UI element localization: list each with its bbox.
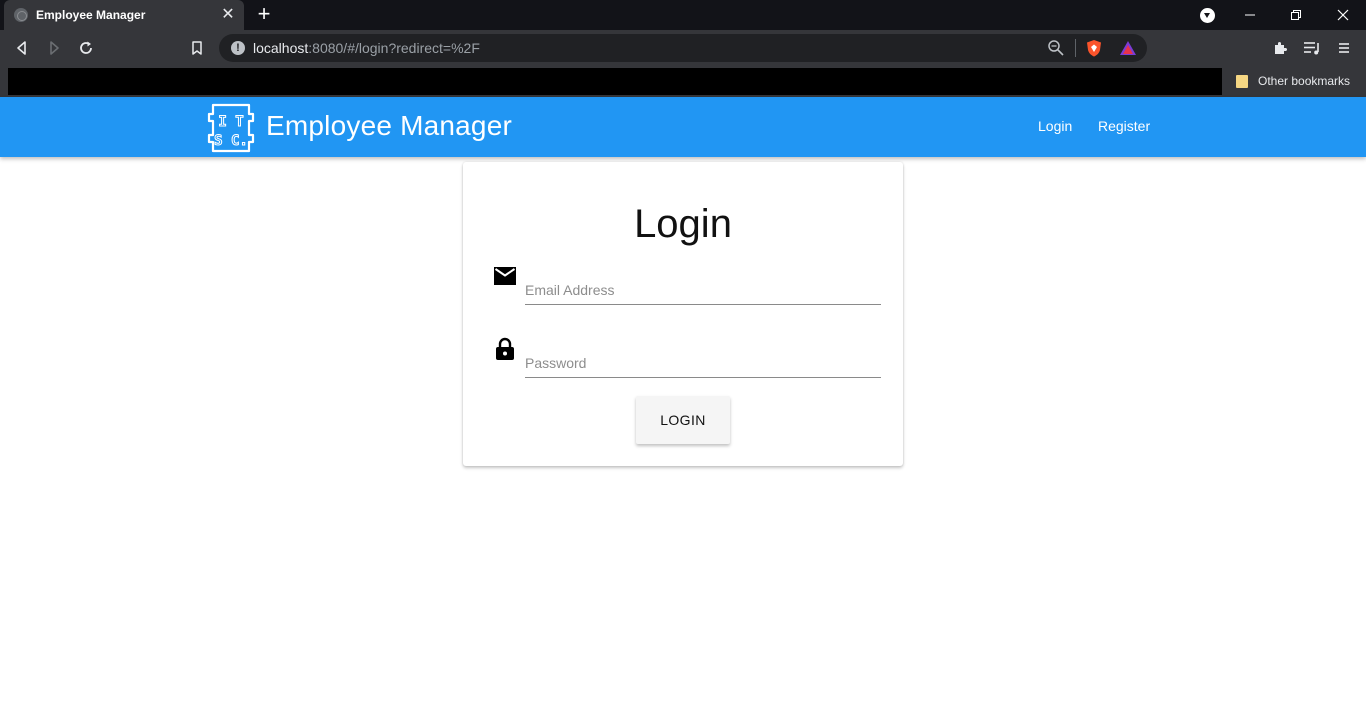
new-tab-button[interactable]: +: [252, 3, 276, 27]
lock-icon: [496, 337, 514, 360]
login-title: Login: [634, 202, 732, 246]
other-bookmarks-folder[interactable]: Other bookmarks: [1236, 72, 1350, 90]
media-controls-button[interactable]: [1302, 38, 1322, 58]
bookmark-icon: [192, 41, 202, 55]
url-host: localhost: [253, 40, 309, 56]
app-title[interactable]: Employee Manager: [266, 110, 512, 142]
itsc-logo-icon: I T S C.: [207, 103, 255, 153]
back-button[interactable]: [10, 36, 34, 60]
browser-tab[interactable]: Employee Manager ✕: [4, 0, 244, 30]
omnibox-divider: [1075, 39, 1076, 57]
playlist-icon: [1304, 42, 1319, 55]
tab-title: Employee Manager: [36, 8, 146, 22]
tab-close-icon[interactable]: ✕: [220, 7, 236, 23]
reload-icon: [80, 41, 92, 54]
restore-icon: [1291, 10, 1301, 20]
url-path: :8080/#/login?redirect=%2F: [308, 40, 480, 56]
password-field[interactable]: [525, 336, 881, 378]
logo-text-top: I T: [218, 114, 243, 130]
browser-menu-button[interactable]: [1334, 38, 1354, 58]
hamburger-menu-icon: [1339, 43, 1349, 53]
reload-button[interactable]: [74, 36, 98, 60]
login-button[interactable]: LOGIN: [636, 396, 730, 444]
redacted-bookmarks: [8, 68, 1222, 95]
restore-button[interactable]: [1273, 0, 1319, 30]
minimize-icon: [1245, 14, 1255, 16]
globe-icon: [14, 8, 28, 22]
brave-shields-icon[interactable]: [1085, 39, 1103, 57]
zoom-icon[interactable]: [1047, 39, 1065, 57]
brave-rewards-icon[interactable]: [1119, 39, 1137, 57]
puzzle-icon: [1275, 41, 1288, 54]
extensions-button[interactable]: [1270, 38, 1290, 58]
minimize-button[interactable]: [1227, 0, 1273, 30]
nav-register-link[interactable]: Register: [1098, 118, 1150, 134]
logo-text-bottom: S C.: [214, 133, 248, 149]
email-input[interactable]: [525, 282, 881, 298]
other-bookmarks-label: Other bookmarks: [1258, 74, 1351, 88]
site-info-icon[interactable]: !: [231, 41, 245, 55]
profile-menu-icon[interactable]: [1200, 8, 1215, 23]
bookmark-button[interactable]: [185, 36, 209, 60]
close-icon: [1337, 9, 1349, 21]
password-input[interactable]: [525, 355, 881, 371]
email-icon: [494, 267, 516, 285]
login-card: Login LOGIN: [463, 162, 903, 466]
address-bar[interactable]: ! localhost:8080/#/login?redirect=%2F: [219, 34, 1147, 62]
app-header: I T S C. Employee Manager Login Register: [0, 97, 1366, 157]
browser-toolbar: ! localhost:8080/#/login?redirect=%2F: [0, 30, 1366, 66]
url-text[interactable]: localhost:8080/#/login?redirect=%2F: [253, 40, 480, 56]
forward-button[interactable]: [42, 36, 66, 60]
forward-arrow-icon: [50, 41, 59, 55]
nav-login-link[interactable]: Login: [1038, 118, 1072, 134]
email-field[interactable]: [525, 263, 881, 305]
folder-icon: [1236, 74, 1248, 88]
bookmarks-bar: Other bookmarks: [0, 66, 1366, 97]
close-window-button[interactable]: [1320, 0, 1366, 30]
back-arrow-icon: [17, 41, 26, 55]
browser-tabstrip: Employee Manager ✕ +: [0, 0, 1366, 30]
